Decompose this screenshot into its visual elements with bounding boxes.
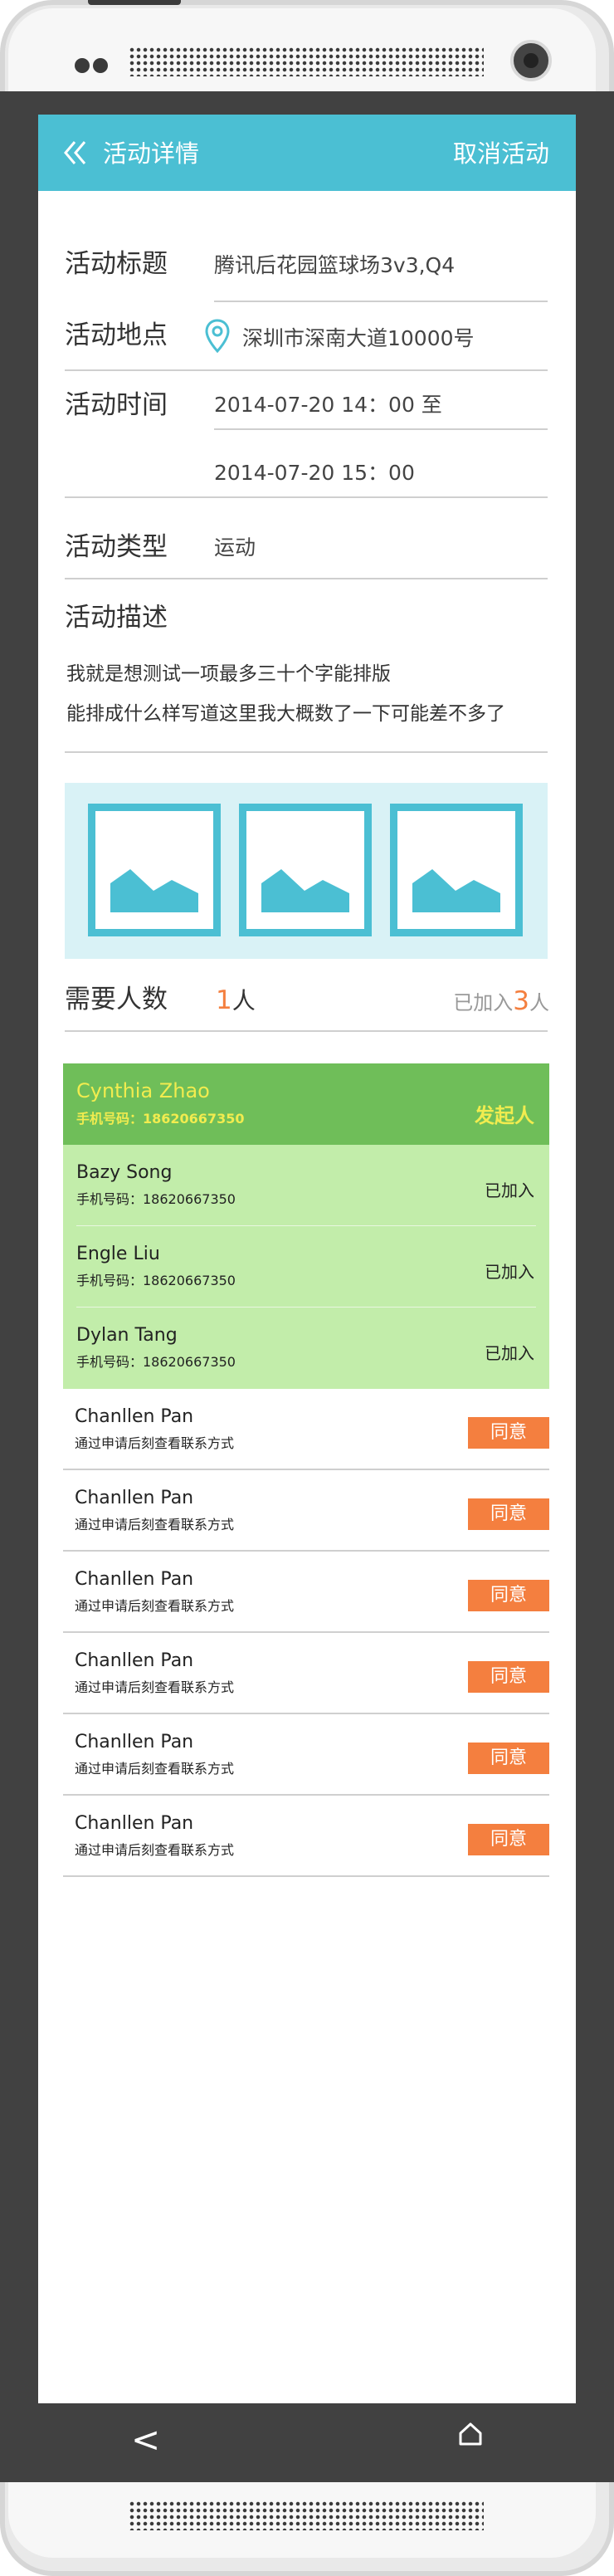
system-nav-bar: < bbox=[38, 2403, 576, 2482]
applicant-note: 通过申请后刻查看联系方式 bbox=[75, 1517, 235, 1532]
divider bbox=[65, 578, 548, 579]
type-value: 运动 bbox=[214, 535, 256, 560]
people-needed-label: 需要人数 bbox=[65, 985, 168, 1014]
time-label: 活动时间 bbox=[65, 390, 168, 420]
image-gallery bbox=[65, 783, 548, 959]
divider bbox=[214, 428, 548, 430]
location-label: 活动地点 bbox=[65, 320, 168, 350]
cancel-activity-button[interactable]: 取消活动 bbox=[453, 139, 549, 168]
member-phone: 手机号码：18620667350 bbox=[76, 1354, 236, 1370]
power-button bbox=[88, 0, 181, 5]
applicant-name: Chanllen Pan bbox=[75, 1650, 194, 1671]
people-needed-number: 1 bbox=[216, 985, 232, 1015]
applicant-note: 通过申请后刻查看联系方式 bbox=[75, 1842, 235, 1858]
joined-suffix: 人 bbox=[529, 991, 549, 1014]
front-camera bbox=[510, 40, 552, 81]
agree-button[interactable]: 同意 bbox=[468, 1743, 549, 1774]
system-back-button[interactable]: < bbox=[131, 2420, 160, 2460]
app-screen: 活动详情 取消活动 活动标题 腾讯后花园篮球场3v3,Q4 活动地点 深圳市深南… bbox=[38, 115, 576, 2403]
member-phone: 手机号码：18620667350 bbox=[76, 1191, 236, 1207]
time-start: 2014-07-20 14：00 至 bbox=[214, 393, 442, 417]
organizer-name: Cynthia Zhao bbox=[76, 1079, 210, 1102]
member-name: Dylan Tang bbox=[76, 1325, 178, 1346]
applicant-note: 通过申请后刻查看联系方式 bbox=[75, 1761, 235, 1777]
member-row[interactable]: Bazy Song 手机号码：18620667350 已加入 bbox=[63, 1145, 549, 1226]
member-name: Engle Liu bbox=[76, 1244, 160, 1264]
member-status: 已加入 bbox=[485, 1343, 534, 1363]
member-row[interactable]: Dylan Tang 手机号码：18620667350 已加入 bbox=[63, 1308, 549, 1389]
applicant-row: Chanllen Pan 通过申请后刻查看联系方式 同意 bbox=[63, 1796, 549, 1877]
applicant-name: Chanllen Pan bbox=[75, 1813, 194, 1834]
joined-prefix: 已加入 bbox=[453, 991, 514, 1014]
member-status: 已加入 bbox=[485, 1180, 534, 1200]
applicant-row: Chanllen Pan 通过申请后刻查看联系方式 同意 bbox=[63, 1633, 549, 1714]
people-needed-value: 1人 bbox=[216, 986, 256, 1015]
image-placeholder-icon[interactable] bbox=[239, 804, 372, 936]
divider bbox=[63, 1875, 549, 1877]
applicant-name: Chanllen Pan bbox=[75, 1732, 194, 1752]
divider bbox=[214, 301, 548, 302]
location-value: 深圳市深南大道10000号 bbox=[242, 326, 475, 350]
applicant-row: Chanllen Pan 通过申请后刻查看联系方式 同意 bbox=[63, 1714, 549, 1796]
description-line: 我就是想测试一项最多三十个字能排版 bbox=[66, 663, 391, 685]
applicant-row: Chanllen Pan 通过申请后刻查看联系方式 同意 bbox=[63, 1552, 549, 1633]
time-end: 2014-07-20 15：00 bbox=[214, 461, 415, 485]
agree-button[interactable]: 同意 bbox=[468, 1661, 549, 1693]
description-text: 我就是想测试一项最多三十个字能排版 能排成什么样写道这里我大概数了一下可能差不多… bbox=[66, 654, 556, 734]
earpiece-speaker bbox=[129, 46, 484, 76]
home-icon[interactable] bbox=[458, 2422, 483, 2450]
applicant-name: Chanllen Pan bbox=[75, 1488, 194, 1508]
agree-button[interactable]: 同意 bbox=[468, 1824, 549, 1855]
chevron-left-icon[interactable] bbox=[63, 139, 90, 170]
applicant-name: Chanllen Pan bbox=[75, 1569, 194, 1590]
people-unit: 人 bbox=[231, 987, 256, 1014]
member-status: 已加入 bbox=[485, 1262, 534, 1282]
member-name: Bazy Song bbox=[76, 1162, 173, 1183]
divider bbox=[65, 369, 548, 371]
applicant-note: 通过申请后刻查看联系方式 bbox=[75, 1679, 235, 1695]
agree-button[interactable]: 同意 bbox=[468, 1580, 549, 1611]
page-title: 活动详情 bbox=[103, 139, 200, 168]
sensor-dots bbox=[75, 58, 111, 76]
joined-number: 3 bbox=[513, 986, 529, 1016]
organizer-phone: 手机号码：18620667350 bbox=[76, 1111, 245, 1127]
image-placeholder-icon[interactable] bbox=[390, 804, 523, 936]
applicant-row: Chanllen Pan 通过申请后刻查看联系方式 同意 bbox=[63, 1389, 549, 1470]
image-placeholder-icon[interactable] bbox=[88, 804, 221, 936]
member-phone: 手机号码：18620667350 bbox=[76, 1273, 236, 1288]
agree-button[interactable]: 同意 bbox=[468, 1417, 549, 1449]
organizer-badge: 发起人 bbox=[475, 1104, 534, 1127]
agree-button[interactable]: 同意 bbox=[468, 1498, 549, 1530]
divider bbox=[65, 1030, 548, 1032]
applicant-row: Chanllen Pan 通过申请后刻查看联系方式 同意 bbox=[63, 1470, 549, 1552]
location-pin-icon bbox=[204, 319, 231, 357]
description-line: 能排成什么样写道这里我大概数了一下可能差不多了 bbox=[66, 703, 505, 725]
type-label: 活动类型 bbox=[65, 532, 168, 562]
applicant-name: Chanllen Pan bbox=[75, 1406, 194, 1427]
bottom-speaker bbox=[129, 2500, 484, 2530]
member-row[interactable]: Engle Liu 手机号码：18620667350 已加入 bbox=[63, 1226, 549, 1308]
applicant-note: 通过申请后刻查看联系方式 bbox=[75, 1598, 235, 1614]
app-header: 活动详情 取消活动 bbox=[38, 115, 576, 191]
description-label: 活动描述 bbox=[65, 603, 168, 633]
title-value: 腾讯后花园篮球场3v3,Q4 bbox=[214, 253, 456, 277]
organizer-row[interactable]: Cynthia Zhao 手机号码：18620667350 发起人 bbox=[63, 1063, 549, 1145]
applicant-note: 通过申请后刻查看联系方式 bbox=[75, 1435, 235, 1451]
divider bbox=[65, 751, 548, 753]
joined-count: 已加入3人 bbox=[453, 988, 549, 1016]
divider bbox=[65, 496, 548, 498]
title-label: 活动标题 bbox=[65, 249, 168, 279]
